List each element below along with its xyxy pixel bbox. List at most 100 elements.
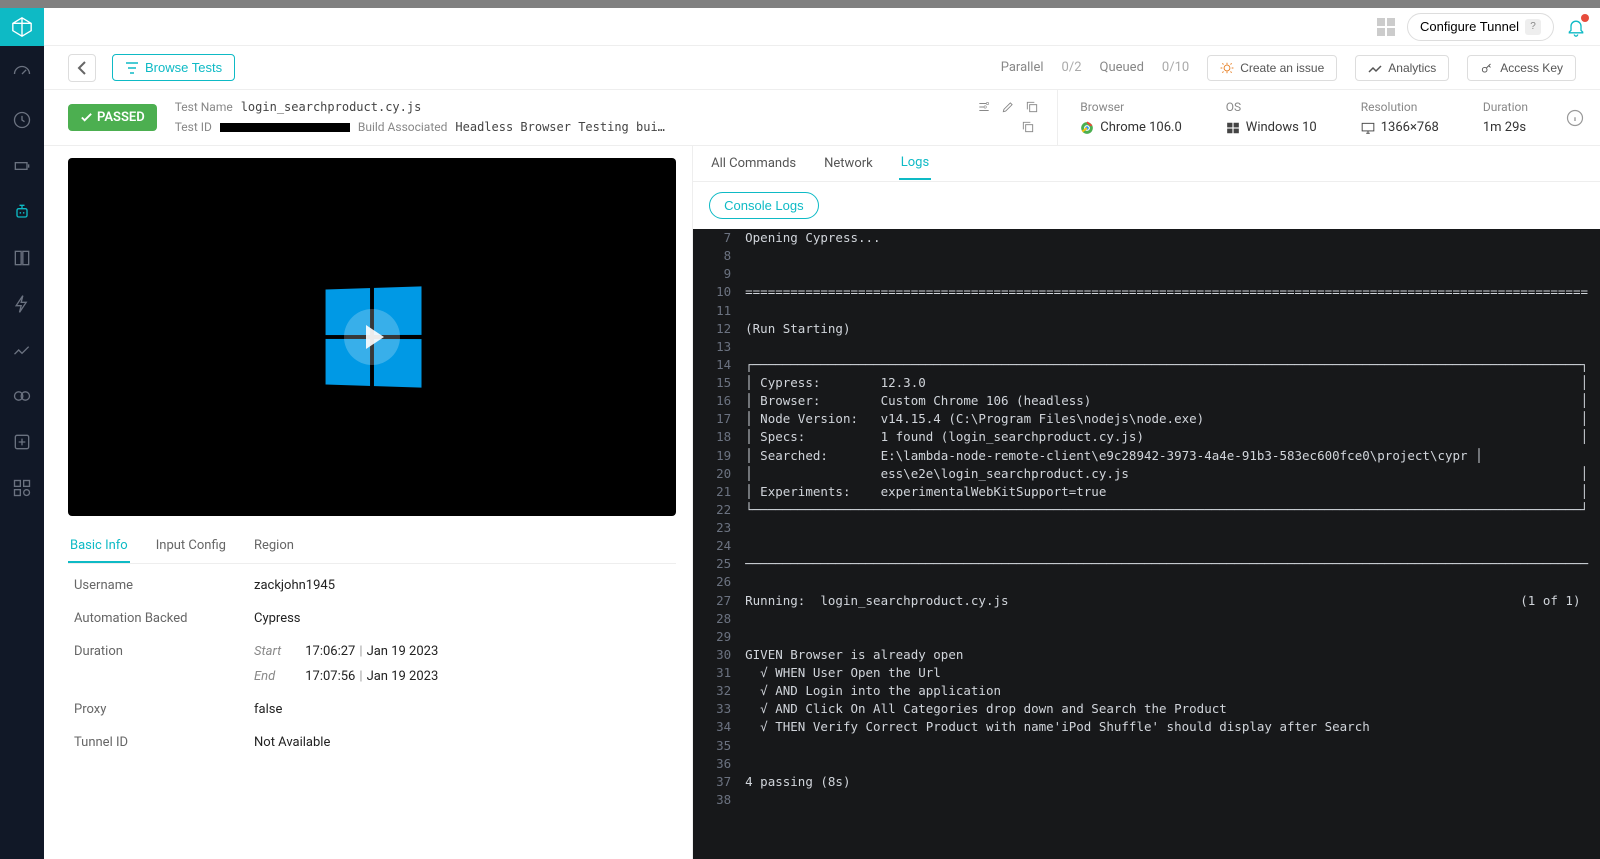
info-duration-label: Duration [74, 644, 254, 684]
copy-icon[interactable] [1025, 100, 1039, 114]
parallel-value: 0/2 [1062, 60, 1082, 75]
tab-network[interactable]: Network [822, 148, 875, 179]
username-value: zackjohn1945 [254, 578, 335, 593]
console-line: 13 [693, 338, 1600, 356]
browse-tests-label: Browse Tests [145, 60, 222, 75]
duration-label: Duration [1483, 100, 1528, 114]
check-icon [80, 111, 93, 124]
end-label: End [254, 669, 302, 684]
browser-label: Browser [1080, 100, 1182, 114]
console-line: 374 passing (8s) [693, 773, 1600, 791]
build-value: Headless Browser Testing bui… [455, 120, 665, 134]
proxy-value: false [254, 702, 282, 717]
end-date: Jan 19 2023 [367, 669, 439, 684]
console-line: 17│ Node Version: v14.15.4 (C:\Program F… [693, 410, 1600, 428]
console-line: 16│ Browser: Custom Chrome 106 (headless… [693, 392, 1600, 410]
analytics-button[interactable]: Analytics [1355, 55, 1449, 81]
tab-logs[interactable]: Logs [899, 147, 931, 180]
windows-icon [1226, 121, 1240, 135]
console-line: 36 [693, 755, 1600, 773]
test-id-label: Test ID [175, 120, 212, 134]
settings-icon[interactable] [977, 100, 991, 114]
status-label: PASSED [97, 110, 145, 125]
notification-dot [1581, 14, 1589, 22]
analytics-label: Analytics [1388, 61, 1436, 75]
tab-input-config[interactable]: Input Config [154, 530, 228, 563]
console-line: 12(Run Starting) [693, 320, 1600, 338]
copy-id-icon[interactable] [1021, 120, 1035, 134]
proxy-label: Proxy [74, 702, 254, 717]
console-line: 26 [693, 573, 1600, 591]
backed-value: Cypress [254, 611, 301, 626]
queued-label: Queued [1100, 60, 1144, 75]
configure-tunnel-label: Configure Tunnel [1420, 19, 1519, 34]
notifications-icon[interactable] [1566, 17, 1586, 37]
sidebar-tunnel[interactable] [10, 384, 34, 408]
start-date: Jan 19 2023 [367, 644, 439, 659]
sidebar-automation[interactable] [10, 200, 34, 224]
key-icon [1480, 61, 1494, 75]
access-key-label: Access Key [1500, 61, 1563, 75]
username-label: Username [74, 578, 254, 593]
access-key-button[interactable]: Access Key [1467, 55, 1576, 81]
parallel-label: Parallel [1001, 60, 1044, 75]
console-line: 28 [693, 610, 1600, 628]
browse-tests-button[interactable]: Browse Tests [112, 54, 235, 81]
create-issue-button[interactable]: Create an issue [1207, 55, 1337, 81]
console-line: 9 [693, 265, 1600, 283]
play-icon [344, 309, 400, 365]
sidebar-realtime[interactable] [10, 108, 34, 132]
console-line: 33 √ AND Click On All Categories drop do… [693, 700, 1600, 718]
apps-grid-icon[interactable] [1377, 18, 1395, 36]
console-line: 20│ ess\e2e\login_searchproduct.cy.js │ [693, 465, 1600, 483]
create-issue-label: Create an issue [1240, 61, 1324, 75]
console-logs-button[interactable]: Console Logs [709, 192, 819, 219]
edit-icon[interactable] [1001, 100, 1015, 114]
build-label: Build Associated [358, 120, 448, 134]
sidebar-integrations[interactable] [10, 476, 34, 500]
sidebar-builds[interactable] [10, 246, 34, 270]
tab-basic-info[interactable]: Basic Info [68, 530, 130, 563]
test-name-value: login_searchproduct.cy.js [241, 100, 422, 114]
tab-all-commands[interactable]: All Commands [709, 148, 798, 179]
backed-label: Automation Backed [74, 611, 254, 626]
sidebar-bolt[interactable] [10, 292, 34, 316]
console-line: 29 [693, 628, 1600, 646]
sidebar-analytics[interactable] [10, 338, 34, 362]
sidebar-dashboard[interactable] [10, 62, 34, 86]
brand-logo[interactable] [0, 8, 44, 46]
console-line: 8 [693, 247, 1600, 265]
os-value: Windows 10 [1246, 120, 1317, 135]
console-output[interactable]: 7Opening Cypress...8910=================… [693, 229, 1600, 859]
sidebar-add[interactable] [10, 430, 34, 454]
console-line: 18│ Specs: 1 found (login_searchproduct.… [693, 428, 1600, 446]
console-line: 11 [693, 302, 1600, 320]
sidebar-battery[interactable] [10, 154, 34, 178]
test-name-label: Test Name [175, 100, 233, 114]
back-button[interactable] [68, 54, 96, 82]
info-icon[interactable] [1550, 109, 1600, 127]
console-line: 10======================================… [693, 283, 1600, 301]
console-line: 15│ Cypress: 12.3.0 │ [693, 374, 1600, 392]
end-time: 17:07:56 [305, 669, 355, 684]
start-label: Start [254, 644, 302, 659]
start-time: 17:06:27 [305, 644, 355, 659]
video-preview[interactable] [68, 158, 676, 516]
tunnel-value: Not Available [254, 735, 330, 750]
console-line: 25──────────────────────────────────────… [693, 555, 1600, 573]
help-icon: ? [1525, 19, 1541, 35]
console-line: 7Opening Cypress... [693, 229, 1600, 247]
console-line: 38 [693, 791, 1600, 809]
status-badge: PASSED [68, 104, 157, 131]
console-line: 34 √ THEN Verify Correct Product with na… [693, 718, 1600, 736]
resolution-value: 1366×768 [1381, 120, 1439, 135]
monitor-icon [1361, 121, 1375, 135]
browser-value: Chrome 106.0 [1100, 120, 1182, 135]
console-line: 21│ Experiments: experimentalWebKitSuppo… [693, 483, 1600, 501]
console-line: 30GIVEN Browser is already open [693, 646, 1600, 664]
console-line: 19│ Searched: E:\lambda-node-remote-clie… [693, 447, 1600, 465]
console-line: 14┌─────────────────────────────────────… [693, 356, 1600, 374]
configure-tunnel-button[interactable]: Configure Tunnel ? [1407, 13, 1554, 41]
console-line: 32 √ AND Login into the application [693, 682, 1600, 700]
tab-region[interactable]: Region [252, 530, 296, 563]
